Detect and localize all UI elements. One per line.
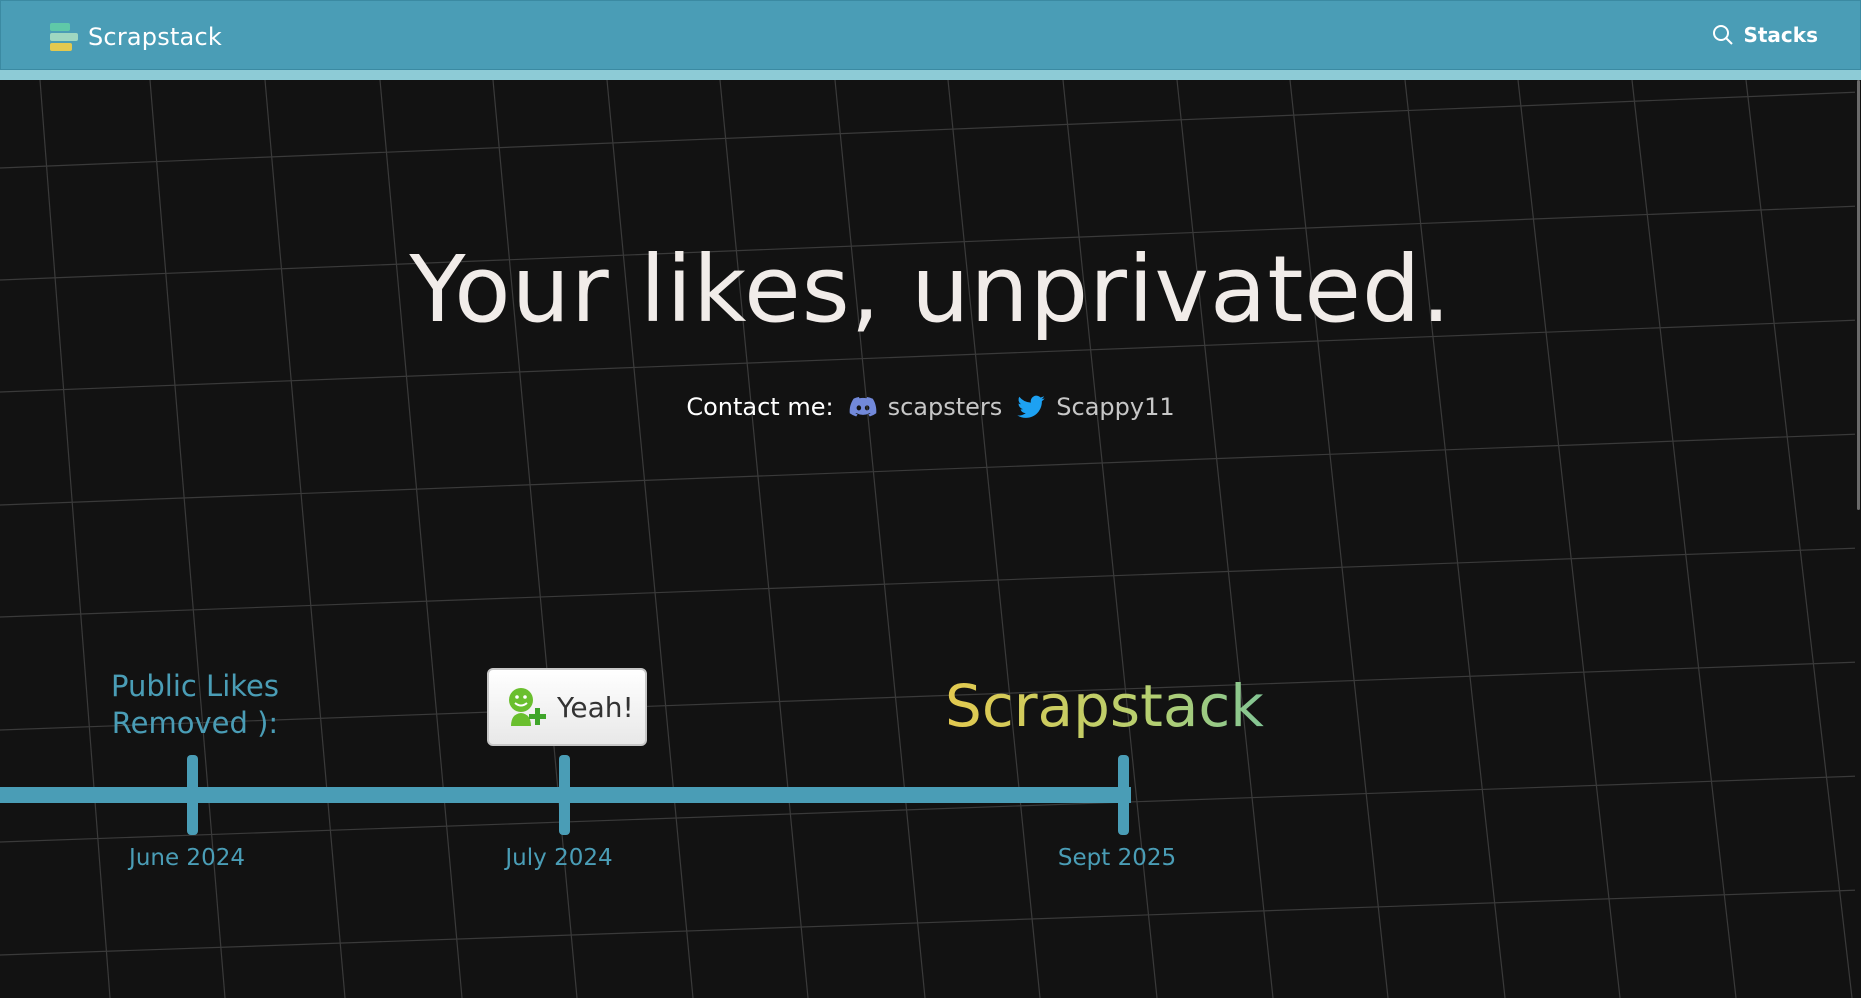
twitter-contact-link[interactable]: Scappy11 bbox=[1016, 392, 1175, 422]
timeline-tick-sept-2025 bbox=[1118, 755, 1129, 835]
page: Scrapstack Stacks Your likes, unprivated… bbox=[0, 0, 1861, 998]
yeah-button: Yeah! bbox=[487, 668, 647, 746]
brand-name: Scrapstack bbox=[88, 23, 222, 51]
stacks-label: Stacks bbox=[1743, 23, 1818, 47]
timeline-date-july-2024: July 2024 bbox=[505, 845, 613, 871]
twitter-handle: Scappy11 bbox=[1056, 393, 1175, 421]
contact-row: Contact me: scapsters Scappy11 bbox=[0, 392, 1861, 422]
hero-title: Your likes, unprivated. bbox=[409, 236, 1452, 343]
stacks-nav-link[interactable]: Stacks bbox=[1711, 23, 1818, 47]
timeline-tick-june-2024 bbox=[187, 755, 198, 835]
navbar-accent-strip bbox=[0, 70, 1861, 80]
smiley-plus-icon bbox=[509, 688, 546, 726]
timeline-date-june-2024: June 2024 bbox=[129, 845, 245, 871]
twitter-icon bbox=[1017, 395, 1046, 418]
brand-link[interactable]: Scrapstack bbox=[48, 21, 222, 53]
search-icon bbox=[1713, 25, 1734, 45]
timeline-event-scrapstack: Scrapstack bbox=[945, 668, 1345, 744]
discord-icon bbox=[849, 397, 876, 417]
contact-label: Contact me: bbox=[686, 393, 834, 421]
yeah-label: Yeah! bbox=[557, 690, 634, 724]
timeline-tick-july-2024 bbox=[559, 755, 570, 835]
timeline-date-sept-2025: Sept 2025 bbox=[1057, 845, 1177, 871]
navbar: Scrapstack Stacks bbox=[0, 0, 1861, 70]
discord-handle: scapsters bbox=[887, 393, 1003, 421]
discord-contact-link[interactable]: scapsters bbox=[848, 392, 1003, 422]
scrapstack-logo-icon bbox=[50, 23, 78, 51]
timeline-event-public-likes-removed: Public Likes Removed ): bbox=[111, 669, 279, 740]
